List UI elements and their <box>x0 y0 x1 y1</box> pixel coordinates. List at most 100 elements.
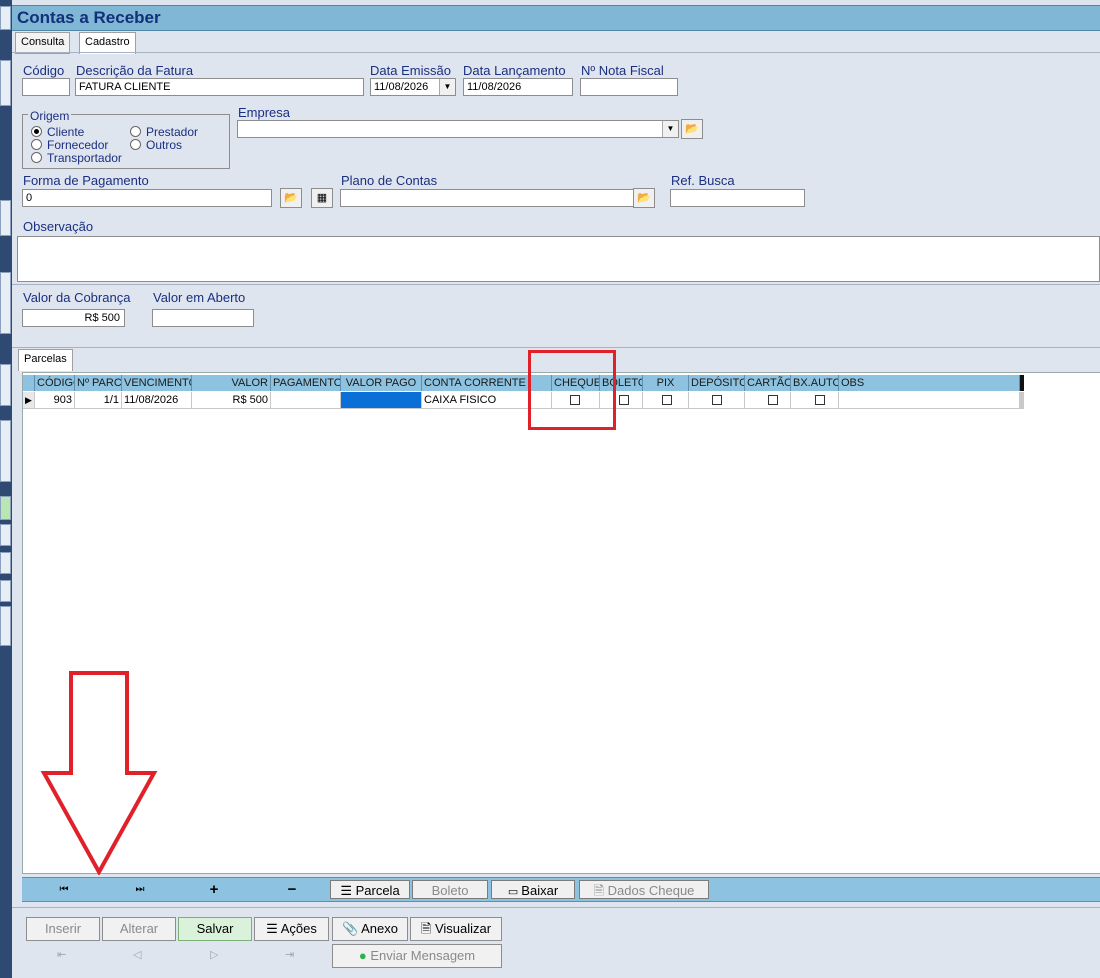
money-icon: ▭ <box>507 886 522 898</box>
boleto-button[interactable]: Boleto <box>412 880 488 899</box>
data-emissao-label: Data Emissão <box>370 63 451 78</box>
window-titlebar: Contas a Receber <box>12 5 1100 31</box>
window-title: Contas a Receber <box>17 8 161 27</box>
enviar-mensagem-button[interactable]: ● Enviar Mensagem <box>332 944 502 968</box>
acoes-button[interactable]: ☰ Ações <box>254 917 329 941</box>
alterar-button[interactable]: Alterar <box>102 917 176 941</box>
deposito-checkbox[interactable] <box>712 395 722 405</box>
last-record-icon[interactable]: ⇥ <box>285 948 294 961</box>
empresa-select[interactable]: ▼ <box>237 120 679 138</box>
tab-divider <box>12 52 1100 53</box>
column-header[interactable]: CARTÃO <box>745 375 791 391</box>
cell-valor[interactable]: R$ 500 <box>192 392 271 409</box>
chevron-down-icon[interactable]: ▼ <box>662 121 678 137</box>
previous-record-icon[interactable]: ◁ <box>133 948 141 961</box>
tab-parcelas[interactable]: Parcelas <box>18 349 73 371</box>
arrow-down-icon <box>40 671 158 875</box>
visualizar-button[interactable]: 🗎 Visualizar <box>410 917 502 941</box>
section-divider <box>12 347 1100 348</box>
left-sidebar <box>0 0 12 978</box>
column-header[interactable]: CÓDIGO <box>35 375 75 391</box>
parcela-button[interactable]: ☰ Parcela <box>330 880 410 899</box>
column-header[interactable]: VALOR PAGO <box>341 375 422 391</box>
cell-pagamento[interactable] <box>271 392 341 409</box>
radio-transportador-label: Transportador <box>47 151 122 165</box>
sidebar-button[interactable] <box>0 420 11 482</box>
empresa-label: Empresa <box>238 105 291 120</box>
radio-prestador[interactable]: Prestador <box>130 125 198 139</box>
observacao-textarea[interactable] <box>17 236 1100 282</box>
baixar-button[interactable]: ▭ Baixar <box>491 880 575 899</box>
next-record-icon[interactable]: ▷ <box>210 948 218 961</box>
sidebar-button[interactable] <box>0 552 11 574</box>
calculator-icon[interactable]: ▦ <box>311 188 333 208</box>
sidebar-button[interactable] <box>0 6 11 30</box>
remove-parcela-button[interactable]: − <box>272 880 312 899</box>
valor-aberto-label: Valor em Aberto <box>153 290 246 305</box>
tab-cadastro[interactable]: Cadastro <box>79 32 136 54</box>
tab-consulta[interactable]: Consulta <box>15 32 71 54</box>
data-lancamento-input[interactable]: 11/08/2026 <box>463 78 573 96</box>
last-record-button[interactable]: ⏭ <box>120 880 160 899</box>
inserir-button[interactable]: Inserir <box>26 917 100 941</box>
observacao-label: Observação <box>23 219 94 234</box>
sidebar-button[interactable] <box>0 364 11 406</box>
column-header[interactable]: Nº PARC <box>75 375 122 391</box>
radio-cliente[interactable]: Cliente <box>31 125 84 139</box>
sidebar-button[interactable] <box>0 496 11 520</box>
sidebar-button[interactable] <box>0 606 11 646</box>
forma-pagamento-input[interactable]: 0 <box>22 189 272 207</box>
cell-obs[interactable] <box>839 392 1020 409</box>
document-search-icon: 🗎 <box>420 921 435 936</box>
forma-pagamento-label: Forma de Pagamento <box>23 173 149 188</box>
highlight-box <box>528 350 616 430</box>
column-header[interactable]: VALOR <box>192 375 271 391</box>
sidebar-button[interactable] <box>0 524 11 546</box>
cell-vencimento[interactable]: 11/08/2026 <box>122 392 192 409</box>
cell-valor-pago[interactable] <box>341 392 422 409</box>
column-header[interactable]: PAGAMENTO <box>271 375 341 391</box>
anexo-button[interactable]: 📎 Anexo <box>332 917 408 941</box>
folder-open-icon[interactable]: 📂 <box>280 188 302 208</box>
ref-busca-input[interactable] <box>670 189 805 207</box>
descricao-input[interactable]: FATURA CLIENTE <box>75 78 364 96</box>
radio-outros[interactable]: Outros <box>130 138 182 152</box>
codigo-input[interactable] <box>22 78 70 96</box>
folder-open-icon[interactable]: 📂 <box>633 188 655 208</box>
nota-fiscal-input[interactable] <box>580 78 678 96</box>
add-parcela-button[interactable]: + <box>194 880 234 899</box>
current-row-icon: ▶ <box>23 392 35 409</box>
first-record-icon[interactable]: ⇤ <box>57 948 66 961</box>
radio-transportador[interactable]: Transportador <box>31 151 122 165</box>
sidebar-button[interactable] <box>0 200 11 236</box>
boleto-checkbox[interactable] <box>619 395 629 405</box>
cell-codigo[interactable]: 903 <box>35 392 75 409</box>
pix-checkbox[interactable] <box>662 395 672 405</box>
dados-cheque-button[interactable]: 🗎 Dados Cheque <box>579 880 709 899</box>
bx-auto-checkbox[interactable] <box>815 395 825 405</box>
column-header[interactable]: BX.AUTO <box>791 375 839 391</box>
column-header[interactable]: VENCIMENTO <box>122 375 192 391</box>
column-header[interactable]: PIX <box>643 375 689 391</box>
data-emissao-input[interactable]: 11/08/2026 ▼ <box>370 78 456 96</box>
salvar-button[interactable]: Salvar <box>178 917 252 941</box>
column-header[interactable]: DEPÓSITO <box>689 375 745 391</box>
baixar-button-label: Baixar <box>521 883 559 898</box>
cartao-checkbox[interactable] <box>768 395 778 405</box>
parcela-button-label: Parcela <box>355 883 400 898</box>
folder-open-icon[interactable]: 📂 <box>681 119 703 139</box>
sidebar-button[interactable] <box>0 272 11 334</box>
section-divider <box>12 284 1100 285</box>
valor-aberto-input[interactable] <box>152 309 254 327</box>
sidebar-button[interactable] <box>0 580 11 602</box>
cell-parcela[interactable]: 1/1 <box>75 392 122 409</box>
column-header[interactable]: OBS <box>839 375 1020 391</box>
anexo-label: Anexo <box>361 921 398 936</box>
radio-outros-label: Outros <box>146 138 183 152</box>
valor-cobranca-input[interactable]: R$ 500 <box>22 309 125 327</box>
sidebar-button[interactable] <box>0 60 11 106</box>
first-record-button[interactable]: ⏮ <box>44 880 84 899</box>
chevron-down-icon[interactable]: ▼ <box>439 79 455 95</box>
plano-contas-input[interactable] <box>340 189 634 207</box>
radio-fornecedor[interactable]: Fornecedor <box>31 138 108 152</box>
